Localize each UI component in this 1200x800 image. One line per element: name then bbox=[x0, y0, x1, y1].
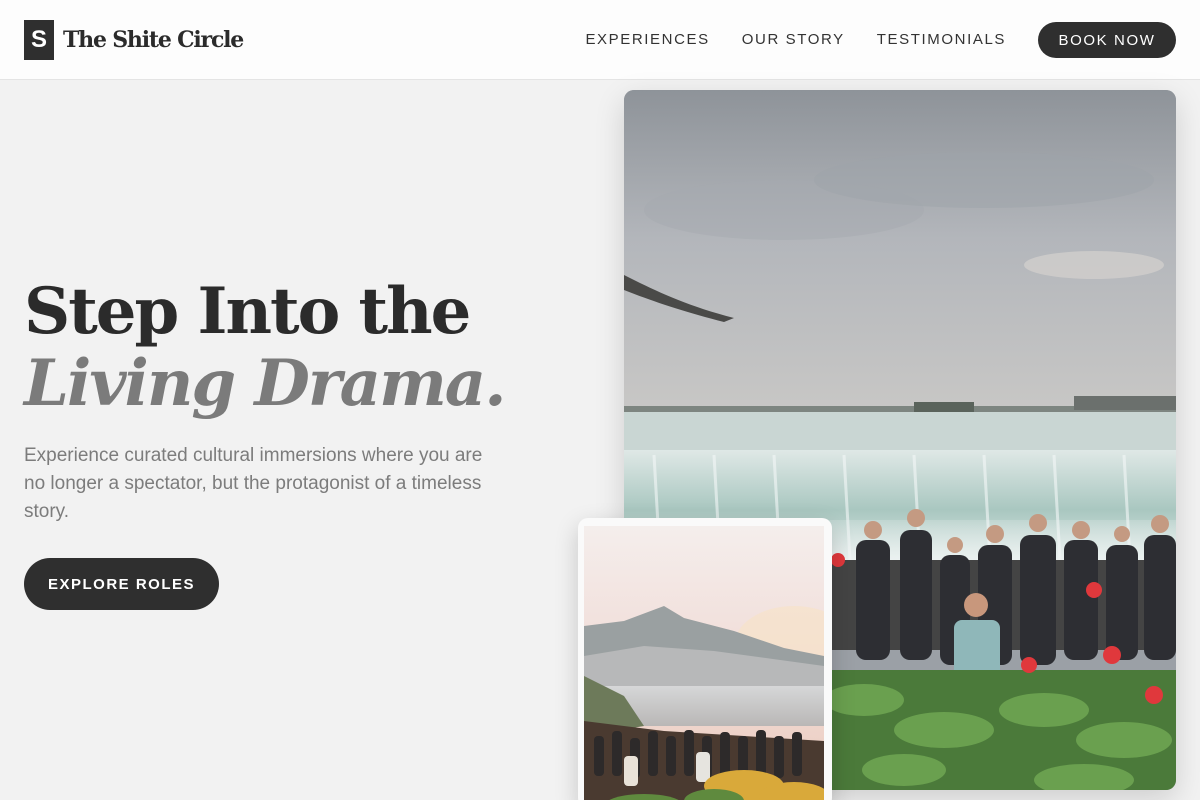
logo-mark: S bbox=[24, 20, 54, 60]
hero-title: Step Into the Living Drama. bbox=[24, 276, 564, 420]
hero-subtitle: Experience curated cultural immersions w… bbox=[24, 445, 483, 522]
site-header: S The Shite Circle EXPERIENCES OUR STORY… bbox=[0, 0, 1200, 80]
sunset-photo-card bbox=[578, 518, 832, 800]
hero-section: Step Into the Living Drama. Experience c… bbox=[24, 276, 564, 610]
nav-link-testimonials[interactable]: TESTIMONIALS bbox=[877, 22, 1006, 58]
brand-name: The Shite Circle bbox=[63, 27, 244, 53]
nav-link-our-story[interactable]: OUR STORY bbox=[742, 22, 845, 58]
explore-roles-button[interactable]: EXPLORE ROLES bbox=[24, 558, 219, 610]
book-now-button[interactable]: BOOK NOW bbox=[1038, 22, 1176, 58]
brand-logo[interactable]: S The Shite Circle bbox=[24, 20, 244, 60]
nav-link-experiences[interactable]: EXPERIENCES bbox=[585, 22, 709, 58]
main-nav: EXPERIENCES OUR STORY TESTIMONIALS BOOK … bbox=[585, 22, 1176, 58]
hero-title-line2: Living Drama. bbox=[24, 346, 507, 421]
sunset-illustration bbox=[584, 526, 824, 800]
hero-title-line1: Step Into the bbox=[24, 274, 471, 349]
